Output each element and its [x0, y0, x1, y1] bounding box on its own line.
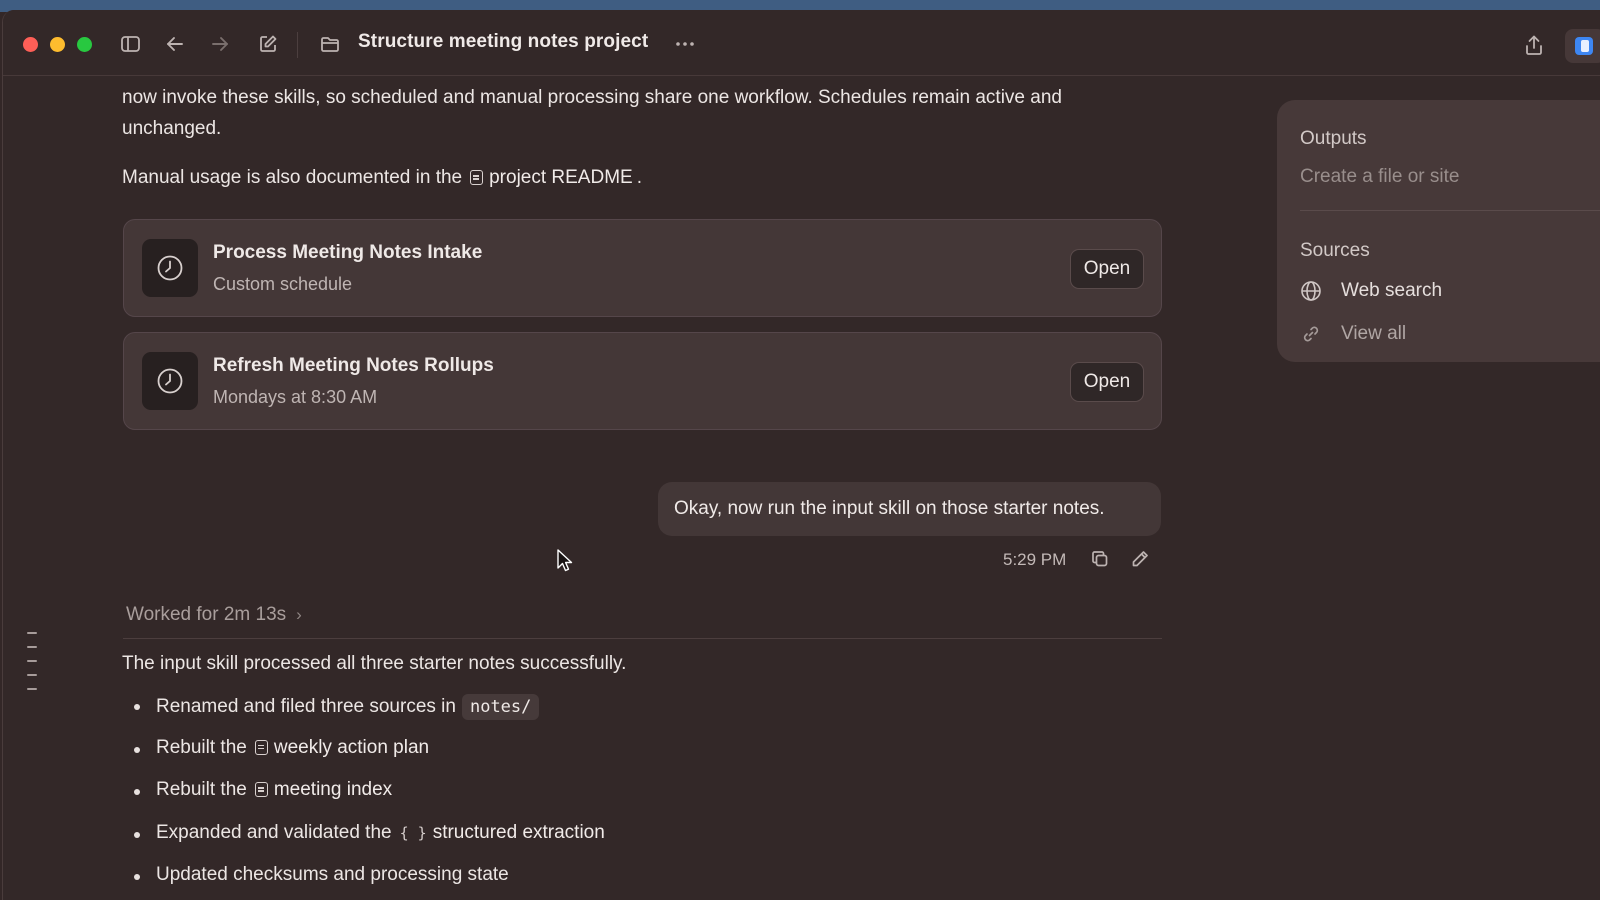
schedule-subtitle: Custom schedule [213, 274, 353, 294]
link-icon [1300, 323, 1322, 345]
more-options-icon[interactable] [673, 32, 697, 56]
list-item: Updated checksums and processing state [131, 864, 605, 900]
braces-icon: { } [399, 823, 427, 842]
source-web-search[interactable]: Web search [1300, 280, 1442, 302]
compose-icon[interactable] [256, 32, 280, 56]
sidebar-toggle-icon[interactable] [119, 32, 143, 56]
worked-for-label: Worked for 2m 13s [126, 604, 287, 625]
list-item-text: Renamed and filed three sources in [156, 696, 456, 717]
titlebar: Structure meeting notes project [3, 10, 1600, 76]
app-window: Structure meeting notes project now invo… [2, 10, 1600, 900]
maximize-window-button[interactable] [77, 37, 92, 52]
outputs-placeholder[interactable]: Create a file or site [1300, 166, 1459, 188]
list-item-text: Expanded and validated the [156, 821, 392, 843]
outputs-heading: Outputs [1300, 128, 1367, 149]
intro-paragraph: now invoke these skills, so scheduled an… [122, 87, 1062, 139]
close-window-button[interactable] [23, 37, 38, 52]
document-icon [254, 782, 268, 797]
user-message-bubble: Okay, now run the input skill on those s… [658, 482, 1161, 536]
response-bullet-list: Renamed and filed three sources in notes/… [131, 694, 605, 900]
document-icon [470, 170, 484, 185]
clock-icon [142, 352, 198, 410]
code-chip: notes/ [461, 694, 540, 720]
mouse-cursor-icon [557, 549, 573, 572]
schedule-card[interactable]: Process Meeting Notes Intake Custom sche… [123, 219, 1162, 317]
schedule-title: Refresh Meeting Notes Rollups [213, 355, 494, 376]
manual-usage-suffix: . [636, 167, 642, 188]
forward-arrow-icon[interactable] [208, 32, 232, 56]
manual-usage-line: Manual usage is also documented in the pr… [122, 162, 642, 193]
manual-usage-prefix: Manual usage is also documented in the [122, 167, 463, 188]
list-item: Rebuilt the meeting index [131, 779, 605, 822]
back-arrow-icon[interactable] [163, 32, 187, 56]
document-icon [254, 739, 268, 755]
schedule-title: Process Meeting Notes Intake [213, 242, 483, 263]
source-view-all[interactable]: View all [1300, 323, 1406, 345]
schedule-subtitle: Mondays at 8:30 AM [213, 387, 378, 407]
copy-icon[interactable] [1089, 548, 1111, 570]
weekly-action-plan-link[interactable]: weekly action plan [274, 737, 429, 758]
clock-icon [142, 239, 198, 297]
minimize-window-button[interactable] [50, 37, 65, 52]
share-icon[interactable] [1521, 32, 1547, 58]
source-label: View all [1341, 323, 1407, 344]
meeting-index-link[interactable]: meeting index [274, 779, 392, 800]
readme-link[interactable]: project README [489, 167, 633, 188]
list-item: Rebuilt the weekly action plan [131, 737, 605, 780]
panel-divider [1300, 210, 1600, 211]
edit-pencil-icon[interactable] [1129, 548, 1151, 570]
divider [123, 638, 1162, 639]
schedule-card[interactable]: Refresh Meeting Notes Rollups Mondays at… [123, 332, 1162, 430]
side-panel: Outputs Create a file or site Sources We… [1277, 100, 1600, 362]
panel-icon [1575, 37, 1593, 55]
response-intro: The input skill processed all three star… [122, 653, 627, 674]
list-item-text: Rebuilt the [156, 736, 247, 758]
worked-for-toggle[interactable]: Worked for 2m 13s › [126, 604, 302, 626]
globe-icon [1300, 280, 1322, 302]
folder-icon [318, 32, 342, 56]
titlebar-divider [297, 32, 298, 58]
open-schedule-button[interactable]: Open [1070, 362, 1144, 402]
chevron-right-icon: › [296, 605, 302, 624]
window-title: Structure meeting notes project [358, 31, 649, 52]
app-panel-toggle-button[interactable] [1565, 29, 1600, 63]
message-timestamp: 5:29 PM [1003, 550, 1067, 569]
list-item-text: Rebuilt the [156, 779, 247, 800]
conversation-area: now invoke these skills, so scheduled an… [3, 76, 1600, 900]
scroll-position-marks[interactable] [27, 632, 37, 702]
source-label: Web search [1341, 280, 1443, 301]
screen: Structure meeting notes project now invo… [0, 0, 1600, 900]
structured-extraction-link[interactable]: structured extraction [433, 822, 605, 843]
list-item-text: Updated checksums and processing state [156, 864, 509, 885]
list-item: Expanded and validated the { } structured … [131, 822, 605, 865]
list-item: Renamed and filed three sources in notes/ [131, 694, 605, 737]
sources-heading: Sources [1300, 240, 1370, 261]
open-schedule-button[interactable]: Open [1070, 249, 1144, 289]
